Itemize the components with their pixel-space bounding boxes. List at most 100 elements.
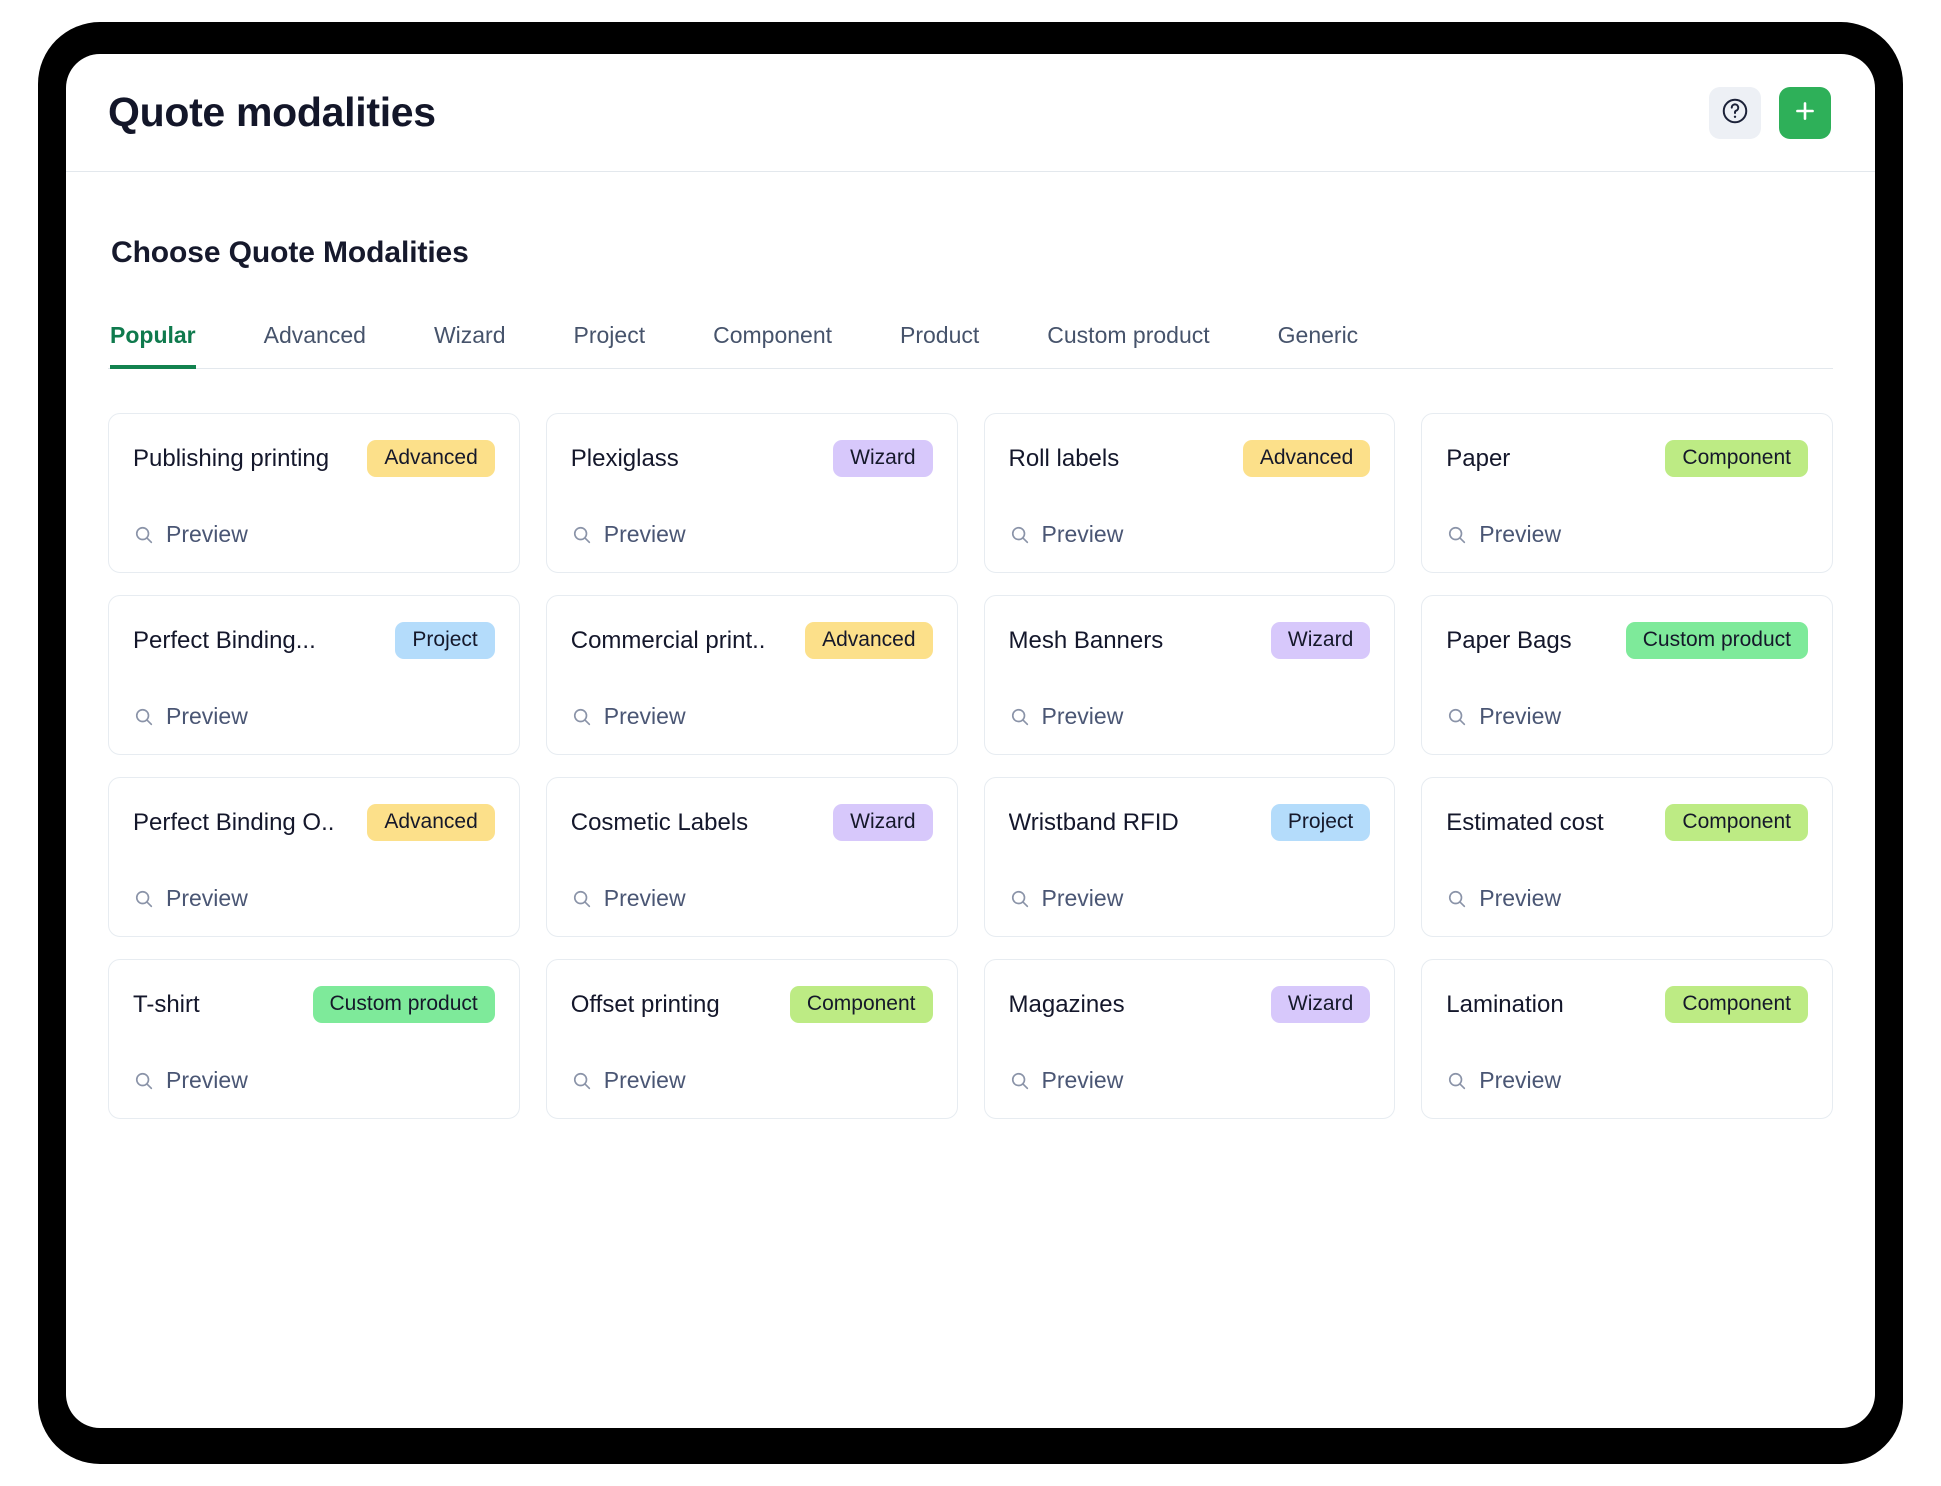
app-window: Quote modalities Choose Quote Modalities… xyxy=(66,54,1875,1428)
modality-card[interactable]: Magazines Wizard Preview xyxy=(983,959,1396,1119)
tab-advanced[interactable]: Advanced xyxy=(264,322,366,369)
help-button[interactable] xyxy=(1709,86,1761,139)
card-type-badge: Advanced xyxy=(367,440,495,477)
preview-link[interactable]: Preview xyxy=(133,703,495,734)
preview-label: Preview xyxy=(603,521,686,547)
tab-popular[interactable]: Popular xyxy=(110,322,196,369)
tab-product[interactable]: Product xyxy=(900,322,979,369)
card-type-badge: Wizard xyxy=(1270,622,1371,659)
content-area: Choose Quote Modalities Popular Advanced W… xyxy=(66,172,1875,1428)
modality-card[interactable]: T-shirt Custom product Preview xyxy=(108,959,520,1119)
card-type-badge: Advanced xyxy=(367,804,495,841)
question-mark-circle-icon xyxy=(1720,96,1750,129)
device-bezel: Quote modalities Choose Quote Modalities… xyxy=(38,22,1903,1464)
search-icon xyxy=(571,524,593,546)
preview-link[interactable]: Preview xyxy=(1446,703,1808,734)
modality-card-grid: Publishing printing Advanced Preview Plexig… xyxy=(108,413,1833,1119)
preview-link[interactable]: Preview xyxy=(1009,703,1371,734)
card-header: Paper Bags Custom product xyxy=(1446,622,1808,659)
card-title: Plexiglass xyxy=(570,444,679,472)
modality-card[interactable]: Estimated cost Component Preview xyxy=(1421,777,1833,937)
card-header: Perfect Binding O.. Advanced xyxy=(133,804,495,841)
search-icon xyxy=(571,888,593,910)
preview-label: Preview xyxy=(1479,885,1562,911)
preview-link[interactable]: Preview xyxy=(133,521,495,552)
preview-label: Preview xyxy=(603,885,686,911)
card-header: Estimated cost Component xyxy=(1446,804,1808,841)
card-header: Paper Component xyxy=(1446,440,1808,477)
app-header: Quote modalities xyxy=(66,54,1875,172)
add-button[interactable] xyxy=(1779,86,1831,139)
tab-custom-product[interactable]: Custom product xyxy=(1047,322,1209,369)
search-icon xyxy=(571,706,593,728)
search-icon xyxy=(1446,1070,1468,1092)
preview-link[interactable]: Preview xyxy=(1446,885,1808,916)
modality-card[interactable]: Cosmetic Labels Wizard Preview xyxy=(545,777,958,937)
modality-card[interactable]: Wristband RFID Project Preview xyxy=(983,777,1396,937)
card-type-badge: Custom product xyxy=(312,986,495,1023)
preview-label: Preview xyxy=(166,521,248,547)
card-type-badge: Component xyxy=(1665,986,1808,1023)
preview-link[interactable]: Preview xyxy=(571,703,933,734)
modality-card[interactable]: Perfect Binding O.. Advanced Preview xyxy=(108,777,520,937)
preview-link[interactable]: Preview xyxy=(1446,1067,1808,1098)
preview-label: Preview xyxy=(1041,703,1124,729)
search-icon xyxy=(1446,888,1468,910)
card-title: Estimated cost xyxy=(1446,808,1604,836)
preview-link[interactable]: Preview xyxy=(1009,1067,1371,1098)
card-type-badge: Wizard xyxy=(833,804,933,841)
modality-card[interactable]: Commercial print.. Advanced Preview xyxy=(545,595,958,755)
modality-card[interactable]: Roll labels Advanced Preview xyxy=(983,413,1396,573)
card-type-badge: Component xyxy=(789,986,933,1023)
preview-label: Preview xyxy=(166,1067,248,1093)
preview-link[interactable]: Preview xyxy=(571,521,933,552)
preview-link[interactable]: Preview xyxy=(571,1067,933,1098)
preview-label: Preview xyxy=(1479,521,1562,547)
tab-generic[interactable]: Generic xyxy=(1278,322,1359,369)
modality-card[interactable]: Plexiglass Wizard Preview xyxy=(545,413,958,573)
card-title: Perfect Binding O.. xyxy=(133,808,335,836)
modality-card[interactable]: Offset printing Component Preview xyxy=(545,959,958,1119)
tab-wizard[interactable]: Wizard xyxy=(434,322,506,369)
preview-label: Preview xyxy=(1041,885,1124,911)
card-title: Perfect Binding... xyxy=(133,626,316,654)
preview-link[interactable]: Preview xyxy=(1009,885,1371,916)
tab-project[interactable]: Project xyxy=(574,322,646,369)
preview-label: Preview xyxy=(1479,1067,1562,1093)
card-header: Perfect Binding... Project xyxy=(133,622,495,659)
card-type-badge: Component xyxy=(1665,804,1808,841)
modality-card[interactable]: Perfect Binding... Project Preview xyxy=(108,595,520,755)
search-icon xyxy=(571,1070,593,1092)
card-header: Lamination Component xyxy=(1446,986,1808,1023)
section-heading: Choose Quote Modalities xyxy=(111,236,469,269)
card-title: T-shirt xyxy=(133,990,200,1018)
search-icon xyxy=(1009,706,1031,728)
card-header: Plexiglass Wizard xyxy=(571,440,933,477)
card-header: T-shirt Custom product xyxy=(133,986,495,1023)
card-title: Roll labels xyxy=(1008,444,1120,472)
modality-card[interactable]: Publishing printing Advanced Preview xyxy=(108,413,520,573)
modality-card[interactable]: Mesh Banners Wizard Preview xyxy=(983,595,1396,755)
preview-label: Preview xyxy=(166,885,248,911)
card-title: Commercial print.. xyxy=(570,626,766,654)
preview-link[interactable]: Preview xyxy=(133,1067,495,1098)
search-icon xyxy=(1446,524,1468,546)
tab-component[interactable]: Component xyxy=(713,322,832,369)
modality-card[interactable]: Lamination Component Preview xyxy=(1421,959,1833,1119)
card-header: Cosmetic Labels Wizard xyxy=(571,804,933,841)
preview-link[interactable]: Preview xyxy=(571,885,933,916)
card-header: Mesh Banners Wizard xyxy=(1009,622,1371,659)
card-type-badge: Project xyxy=(1270,804,1371,841)
preview-label: Preview xyxy=(1041,521,1124,547)
card-header: Magazines Wizard xyxy=(1009,986,1371,1023)
preview-link[interactable]: Preview xyxy=(1446,521,1808,552)
card-type-badge: Project xyxy=(395,622,495,659)
card-header: Publishing printing Advanced xyxy=(133,440,495,477)
card-title: Cosmetic Labels xyxy=(570,808,749,836)
preview-label: Preview xyxy=(1479,703,1562,729)
card-header: Wristband RFID Project xyxy=(1009,804,1371,841)
preview-link[interactable]: Preview xyxy=(133,885,495,916)
modality-card[interactable]: Paper Component Preview xyxy=(1421,413,1833,573)
modality-card[interactable]: Paper Bags Custom product Preview xyxy=(1421,595,1833,755)
preview-link[interactable]: Preview xyxy=(1009,521,1371,552)
